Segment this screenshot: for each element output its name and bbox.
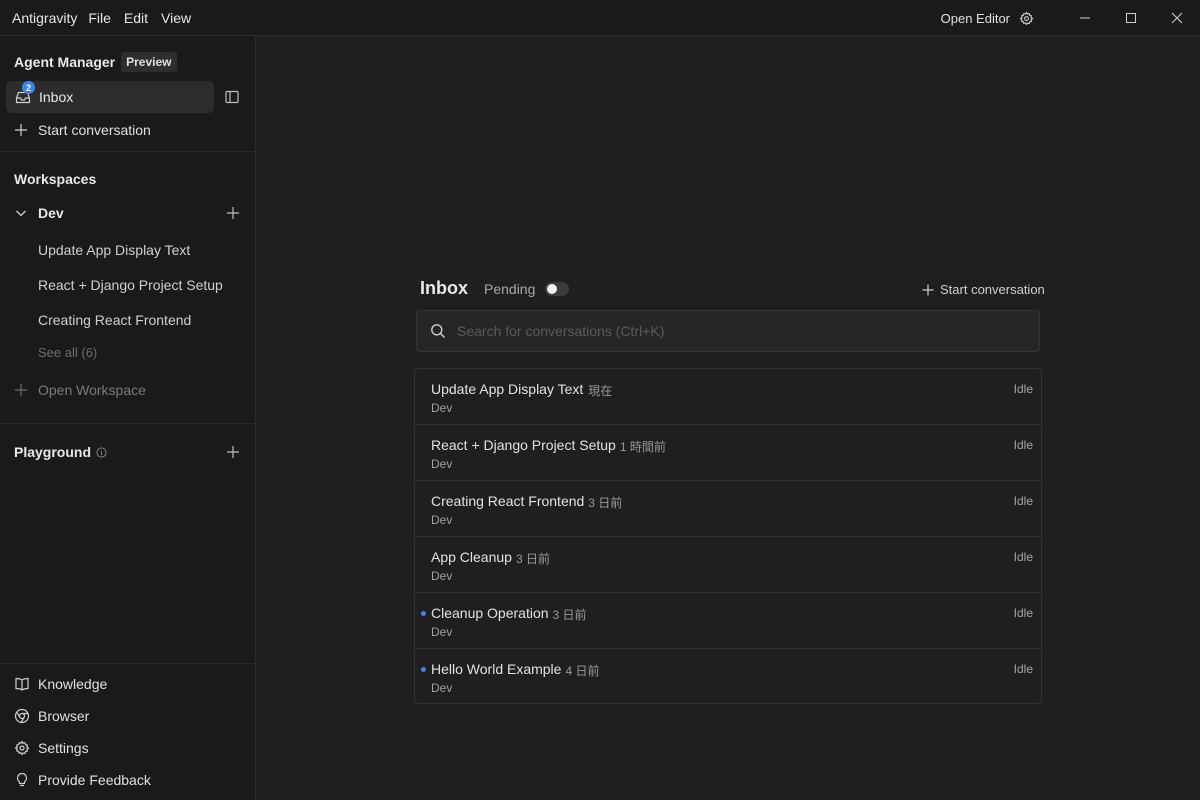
sidebar-start-conversation[interactable]: Start conversation	[14, 122, 151, 138]
menu-edit[interactable]: Edit	[124, 10, 148, 26]
conversation-title: React + Django Project Setup	[431, 437, 616, 453]
conversation-status: Idle	[1013, 662, 1033, 676]
plus-icon	[15, 124, 27, 136]
sidebar-title: Agent Manager	[14, 54, 116, 70]
sidebar-item-settings[interactable]: Settings	[14, 740, 89, 756]
conversation-workspace: Dev	[431, 681, 453, 695]
conversation-row[interactable]: App Cleanup 3 日前 Dev Idle	[415, 537, 1041, 593]
sidebar-item-knowledge[interactable]: Knowledge	[14, 676, 107, 692]
workspaces-title: Workspaces	[14, 171, 97, 187]
see-all-link[interactable]: See all (6)	[38, 345, 97, 360]
gear-icon	[14, 740, 30, 756]
conversation-status: Idle	[1013, 550, 1033, 564]
browser-label: Browser	[38, 708, 90, 724]
conversation-time: 3 日前	[588, 496, 623, 510]
conversation-row[interactable]: Cleanup Operation 3 日前 Dev Idle	[415, 593, 1041, 649]
menu-view[interactable]: View	[161, 10, 191, 26]
start-conversation-label: Start conversation	[940, 282, 1045, 297]
conversation-status: Idle	[1013, 438, 1033, 452]
book-icon	[15, 677, 29, 691]
conversation-row[interactable]: Creating React Frontend 3 日前 Dev Idle	[415, 481, 1041, 537]
conversation-status: Idle	[1013, 494, 1033, 508]
knowledge-label: Knowledge	[38, 676, 108, 692]
workspace-item[interactable]: Update App Display Text	[38, 242, 190, 258]
lightbulb-icon	[16, 772, 28, 787]
plus-icon	[15, 384, 27, 396]
title-bar: Antigravity File Edit View Open Editor	[0, 0, 1200, 36]
conversation-time: 4 日前	[565, 664, 600, 678]
menu-bar: File Edit View	[88, 10, 204, 26]
divider	[0, 423, 255, 424]
close-button[interactable]	[1154, 0, 1200, 36]
maximize-button[interactable]	[1108, 0, 1154, 36]
conversation-row[interactable]: Update App Display Text 現在 Dev Idle	[415, 369, 1041, 425]
workspace-name: Dev	[38, 205, 64, 221]
pending-toggle[interactable]	[545, 281, 570, 296]
inbox-count-badge: 2	[22, 81, 35, 94]
conversation-workspace: Dev	[431, 513, 453, 527]
conversation-title: Update App Display Text	[431, 381, 584, 397]
minimize-button[interactable]	[1062, 0, 1108, 36]
workspace-dev[interactable]: Dev	[14, 205, 244, 221]
add-conversation-icon[interactable]	[226, 206, 240, 223]
search-box[interactable]	[416, 310, 1040, 352]
conversation-title: Cleanup Operation	[431, 605, 549, 621]
conversation-list: Update App Display Text 現在 Dev Idle React + …	[414, 368, 1042, 704]
divider	[0, 663, 255, 664]
conversation-workspace: Dev	[431, 569, 453, 583]
conversation-status: Idle	[1013, 382, 1033, 396]
inbox-label: Inbox	[39, 89, 74, 105]
add-playground-icon[interactable]	[226, 445, 240, 462]
sidebar-header: Agent Manager Preview	[14, 52, 177, 72]
workspace-item[interactable]: React + Django Project Setup	[38, 277, 223, 293]
panel-toggle-icon[interactable]	[224, 89, 240, 105]
conversation-status: Idle	[1013, 606, 1033, 620]
conversation-time: 3 日前	[552, 608, 587, 622]
open-workspace-button[interactable]: Open Workspace	[14, 382, 146, 398]
title-bar-controls: Open Editor	[941, 0, 1200, 36]
sidebar-item-inbox[interactable]: 2 Inbox	[6, 81, 214, 113]
chevron-down-icon	[16, 210, 26, 217]
search-icon	[431, 324, 445, 338]
sidebar: Agent Manager Preview 2 Inbox Start conv…	[0, 36, 256, 800]
app-name: Antigravity	[12, 9, 78, 26]
conversation-row[interactable]: React + Django Project Setup 1 時間前 Dev Idle	[415, 425, 1041, 481]
conversation-workspace: Dev	[431, 401, 453, 415]
open-editor-button[interactable]: Open Editor	[941, 11, 1010, 26]
conversation-title: App Cleanup	[431, 549, 512, 565]
workspace-item[interactable]: Creating React Frontend	[38, 312, 191, 328]
unread-dot	[421, 611, 426, 616]
conversation-row[interactable]: Hello World Example 4 日前 Dev Idle	[415, 649, 1041, 703]
divider	[0, 151, 255, 152]
conversation-workspace: Dev	[431, 457, 453, 471]
page-title: Inbox	[420, 278, 468, 298]
conversation-title: Hello World Example	[431, 661, 562, 677]
conversation-workspace: Dev	[431, 625, 453, 639]
search-input[interactable]	[457, 323, 1017, 339]
playground-label: Playground	[14, 444, 92, 460]
menu-file[interactable]: File	[88, 10, 111, 26]
sidebar-item-feedback[interactable]: Provide Feedback	[14, 772, 151, 788]
unread-dot	[421, 667, 426, 672]
plus-icon	[922, 284, 934, 295]
inbox-header: Inbox Pending	[420, 278, 570, 299]
sidebar-item-browser[interactable]: Browser	[14, 708, 89, 724]
conversation-time: 現在	[588, 384, 613, 398]
conversation-time: 1 時間前	[619, 440, 666, 454]
preview-badge: Preview	[121, 52, 177, 72]
pending-label: Pending	[484, 280, 536, 297]
feedback-label: Provide Feedback	[38, 772, 151, 788]
info-icon[interactable]	[96, 446, 107, 458]
playground-section[interactable]: Playground	[14, 444, 244, 460]
conversation-time: 3 日前	[515, 552, 550, 566]
settings-label: Settings	[38, 740, 89, 756]
conversation-title: Creating React Frontend	[431, 493, 585, 509]
browser-icon	[14, 708, 30, 724]
gear-icon[interactable]	[1018, 10, 1034, 26]
start-conversation-label: Start conversation	[38, 122, 151, 138]
toggle-knob	[547, 283, 558, 294]
start-conversation-button[interactable]: Start conversation	[922, 282, 1045, 297]
open-workspace-label: Open Workspace	[38, 382, 146, 398]
inbox-icon: 2	[15, 81, 35, 105]
